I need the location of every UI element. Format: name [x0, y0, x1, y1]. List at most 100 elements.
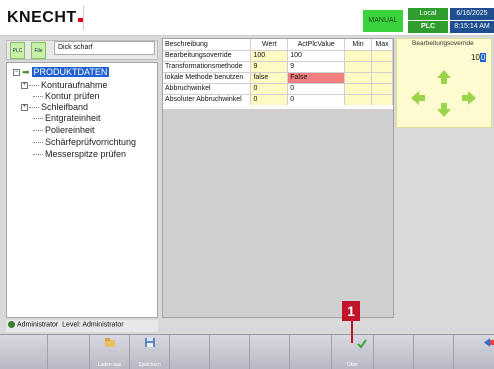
tree-item-label: Schleifband	[41, 102, 89, 112]
toolbar-button-11[interactable]	[414, 335, 454, 369]
floppy-disk-icon	[144, 338, 155, 347]
plc-button[interactable]: PLC	[10, 42, 25, 59]
col-header-max[interactable]: Max	[371, 39, 393, 50]
cell-wert[interactable]: 9	[250, 60, 289, 72]
annotation-pointer-line	[351, 321, 353, 343]
tree-item-label: Schärfeprüfvorrichtung	[45, 137, 137, 147]
save-button-label: Speichern	[138, 362, 161, 368]
override-panel: Bearbeitungsoverride 100	[396, 38, 492, 128]
table-row[interactable]: lokale Methode benutzen false False	[163, 71, 393, 83]
tree-connector	[29, 107, 39, 109]
col-header-beschreibung[interactable]: Beschreibung	[163, 39, 252, 50]
load-button[interactable]: Laden aus	[90, 335, 130, 369]
cell-actplcvalue: 9	[287, 60, 346, 72]
override-value-digits: 10	[471, 53, 480, 62]
date-display: 6/16/2025	[450, 8, 494, 20]
knecht-logo: KNECHT	[7, 9, 83, 27]
cell-max	[371, 93, 393, 105]
cell-wert[interactable]: false	[250, 71, 289, 83]
load-button-label: Laden aus	[97, 362, 122, 368]
user-level: Level: Administrator	[62, 321, 124, 329]
arrow-down-icon[interactable]	[436, 102, 452, 118]
toolbar-button-6[interactable]	[210, 335, 250, 369]
expand-icon[interactable]: +	[21, 82, 28, 90]
tree-item-label: Konturaufnahme	[41, 80, 108, 90]
apply-button[interactable]: Über	[332, 335, 374, 369]
toolbar-button-10[interactable]	[374, 335, 414, 369]
expand-icon[interactable]: +	[21, 104, 28, 112]
tree-item-kontur-pruefen[interactable]: Kontur prüfen	[33, 91, 100, 101]
annotation-marker: 1	[342, 301, 360, 321]
tree-item-konturaufnahme[interactable]: + Konturaufnahme	[21, 80, 108, 90]
toolbar-button-1[interactable]	[6, 335, 48, 369]
logo-dot	[77, 18, 83, 22]
back-arrow-icon	[484, 338, 494, 347]
tree-item-label: Poliereinheit	[45, 125, 95, 135]
cell-description: Transformationsmethode	[163, 60, 252, 72]
arrow-left-icon[interactable]	[410, 90, 426, 106]
col-header-wert[interactable]: Wert	[250, 39, 289, 50]
toolbar-button-7[interactable]	[250, 335, 290, 369]
tree-item-messerspitze-pruefen[interactable]: Messerspitze prüfen	[33, 149, 126, 159]
checkmark-icon	[356, 339, 367, 348]
apply-button-label: Über	[347, 362, 358, 368]
table-empty-area	[163, 109, 393, 317]
cell-min	[344, 49, 372, 61]
tree-item-schaerfepruefvorrichtung[interactable]: Schärfeprüfvorrichtung	[33, 137, 136, 147]
file-name-field[interactable]: Dick scharf	[54, 41, 155, 55]
col-header-min[interactable]: Min	[344, 39, 372, 50]
folder-icon	[104, 338, 115, 347]
cell-min	[344, 82, 372, 94]
tree-connector	[33, 154, 43, 156]
parameter-table: Beschreibung Wert ActPlcValue Min Max Be…	[162, 38, 394, 318]
back-button[interactable]	[454, 335, 494, 369]
tree-item-poliereinheit[interactable]: Poliereinheit	[33, 125, 95, 135]
tree-item-entgrateinheit[interactable]: Entgrateinheit	[33, 113, 101, 123]
cell-description: Absoluter Abbruchwinkel	[163, 93, 252, 105]
tree-connector	[33, 142, 43, 144]
tree-root-produktdaten[interactable]: − ➡ PRODUKTDATEN	[13, 67, 110, 78]
header-divider	[83, 6, 84, 30]
cell-min	[344, 93, 372, 105]
override-title: Bearbeitungsoverride	[412, 40, 474, 47]
save-button[interactable]: Speichern	[130, 335, 170, 369]
time-display: 8:15:14 AM	[450, 21, 494, 33]
arrow-up-icon[interactable]	[436, 69, 452, 85]
cell-wert[interactable]: 0	[250, 82, 289, 94]
collapse-icon[interactable]: −	[13, 69, 20, 77]
override-value[interactable]: 100	[471, 53, 487, 62]
table-row[interactable]: Transformationsmethode 9 9	[163, 60, 393, 72]
cell-description: Bearbeitungsoverride	[163, 49, 252, 61]
arrow-right-icon: ➡	[22, 67, 30, 77]
arrow-right-icon[interactable]	[461, 90, 477, 106]
cell-description: Abbruchwinkel	[163, 82, 252, 94]
cell-min	[344, 71, 372, 83]
tree-connector	[33, 96, 43, 98]
override-value-selected-digit: 0	[479, 53, 487, 62]
tree-root-label: PRODUKTDATEN	[31, 67, 110, 77]
cell-actplcvalue: False	[287, 71, 346, 83]
col-header-actplcvalue[interactable]: ActPlcValue	[287, 39, 346, 50]
file-button[interactable]: File	[31, 42, 46, 59]
bottom-toolbar: Laden aus Speichern Über	[0, 334, 494, 369]
cell-wert[interactable]: 0	[250, 93, 289, 105]
tree-connector	[29, 85, 39, 87]
header-bar: KNECHT MANUAL Local PLC 6/16/2025 8:15:1…	[0, 0, 494, 36]
user-name: Administrator	[17, 321, 59, 329]
toolbar-button-2[interactable]	[48, 335, 90, 369]
table-row[interactable]: Abbruchwinkel 0 0	[163, 82, 393, 94]
table-row[interactable]: Bearbeitungsoverride 100 100	[163, 49, 393, 61]
tree-connector	[33, 118, 43, 120]
tree-item-schleifband[interactable]: + Schleifband	[21, 102, 88, 112]
cell-max	[371, 82, 393, 94]
cell-wert[interactable]: 100	[250, 49, 289, 61]
table-header-row: Beschreibung Wert ActPlcValue Min Max	[163, 39, 393, 50]
toolbar-button-8[interactable]	[290, 335, 332, 369]
cell-description: lokale Methode benutzen	[163, 71, 252, 83]
table-row[interactable]: Absoluter Abbruchwinkel 0 0	[163, 93, 393, 105]
user-icon	[8, 321, 15, 328]
cell-actplcvalue: 100	[287, 49, 346, 61]
plc-indicator: PLC	[408, 21, 448, 33]
toolbar-button-5[interactable]	[170, 335, 210, 369]
cell-max	[371, 60, 393, 72]
